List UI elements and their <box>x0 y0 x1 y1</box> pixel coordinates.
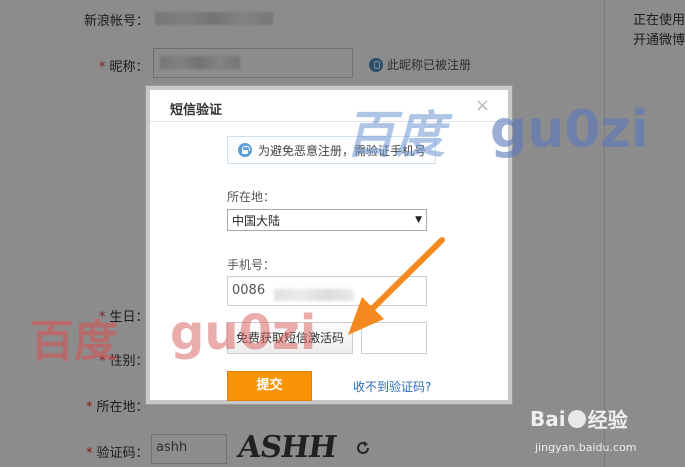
sms-verification-dialog: 短信验证 × 为避免恶意注册，需验证手机号 所在地： 中国大陆 ▼ 手机号： 0… <box>146 86 512 404</box>
phone-label: 手机号： <box>227 258 276 272</box>
dialog-title: 短信验证 <box>170 103 223 118</box>
baidu-paw-icon <box>567 409 586 428</box>
baidu-jingyan-url: jingyan.baidu.com <box>535 441 637 454</box>
submit-button[interactable]: 提交 <box>227 371 312 401</box>
no-code-link[interactable]: 收不到验证码? <box>353 378 431 395</box>
dialog-header: 短信验证 × <box>150 90 508 122</box>
modal-location-label: 所在地： <box>227 190 276 204</box>
verification-notice: 为避免恶意注册，需验证手机号 <box>227 136 436 164</box>
dropdown-caret-icon: ▼ <box>415 215 422 225</box>
lock-icon <box>238 143 252 157</box>
baidu-jingyan-logo: Bai 经验 <box>530 406 628 433</box>
location-select[interactable]: 中国大陆 ▼ <box>227 209 427 231</box>
pointer-arrow-icon <box>348 237 445 335</box>
get-sms-code-button[interactable]: 免费获取短信激活码 <box>227 322 353 354</box>
close-icon[interactable]: × <box>475 95 490 116</box>
